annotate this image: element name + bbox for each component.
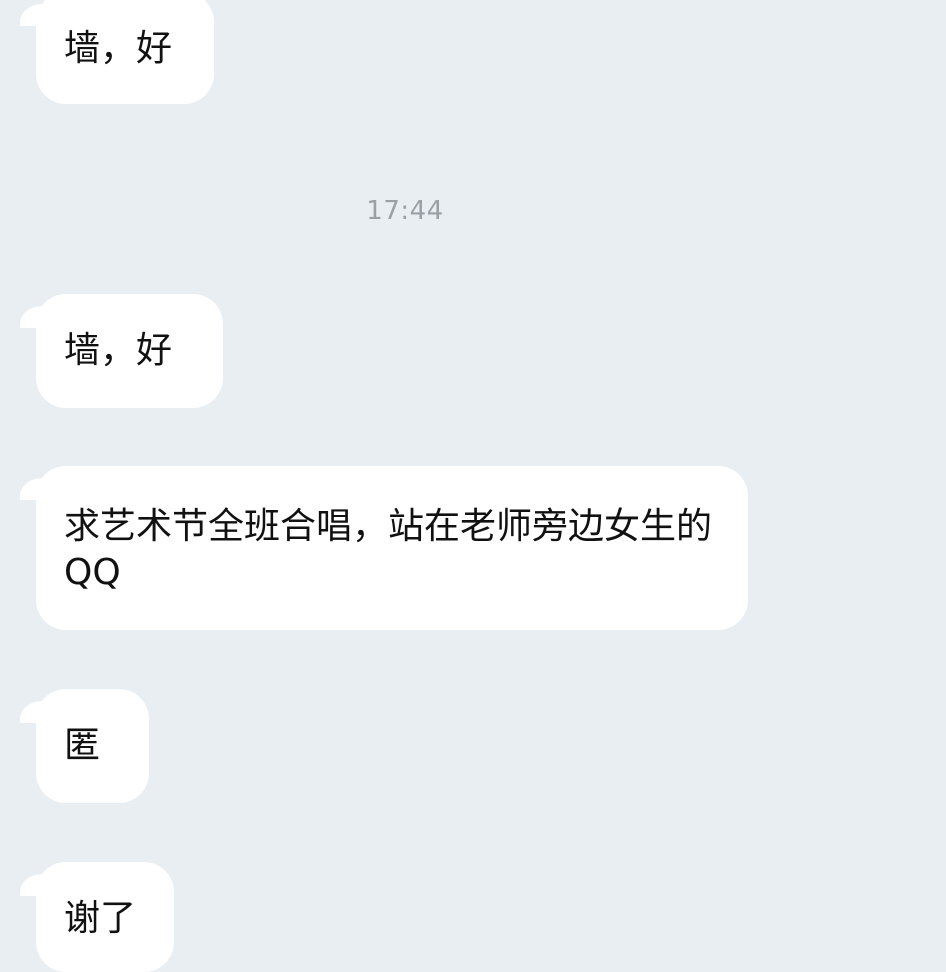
- message-text: 墙，好: [64, 28, 173, 69]
- message-bubble[interactable]: 墙，好: [36, 294, 223, 408]
- message-incoming[interactable]: 墙，好: [20, 294, 223, 408]
- message-bubble[interactable]: 墙，好: [36, 0, 214, 104]
- message-incoming[interactable]: 求艺术节全班合唱，站在老师旁边女生的QQ: [20, 466, 748, 630]
- message-incoming[interactable]: 墙，好: [20, 0, 214, 104]
- message-text: 墙，好: [64, 330, 173, 371]
- message-text: 求艺术节全班合唱，站在老师旁边女生的QQ: [64, 506, 713, 593]
- message-bubble[interactable]: 谢了: [36, 862, 174, 972]
- message-incoming[interactable]: 谢了: [20, 862, 174, 972]
- chat-thread: 墙，好 17:44 墙，好 求艺术节全班合唱，站在老师旁边女生的QQ 匿 谢了: [0, 0, 946, 972]
- message-incoming[interactable]: 匿: [20, 689, 149, 803]
- message-bubble[interactable]: 匿: [36, 689, 149, 803]
- message-text: 谢了: [64, 898, 137, 939]
- message-text: 匿: [64, 725, 101, 766]
- message-timestamp: 17:44: [366, 196, 444, 226]
- message-bubble[interactable]: 求艺术节全班合唱，站在老师旁边女生的QQ: [36, 466, 748, 630]
